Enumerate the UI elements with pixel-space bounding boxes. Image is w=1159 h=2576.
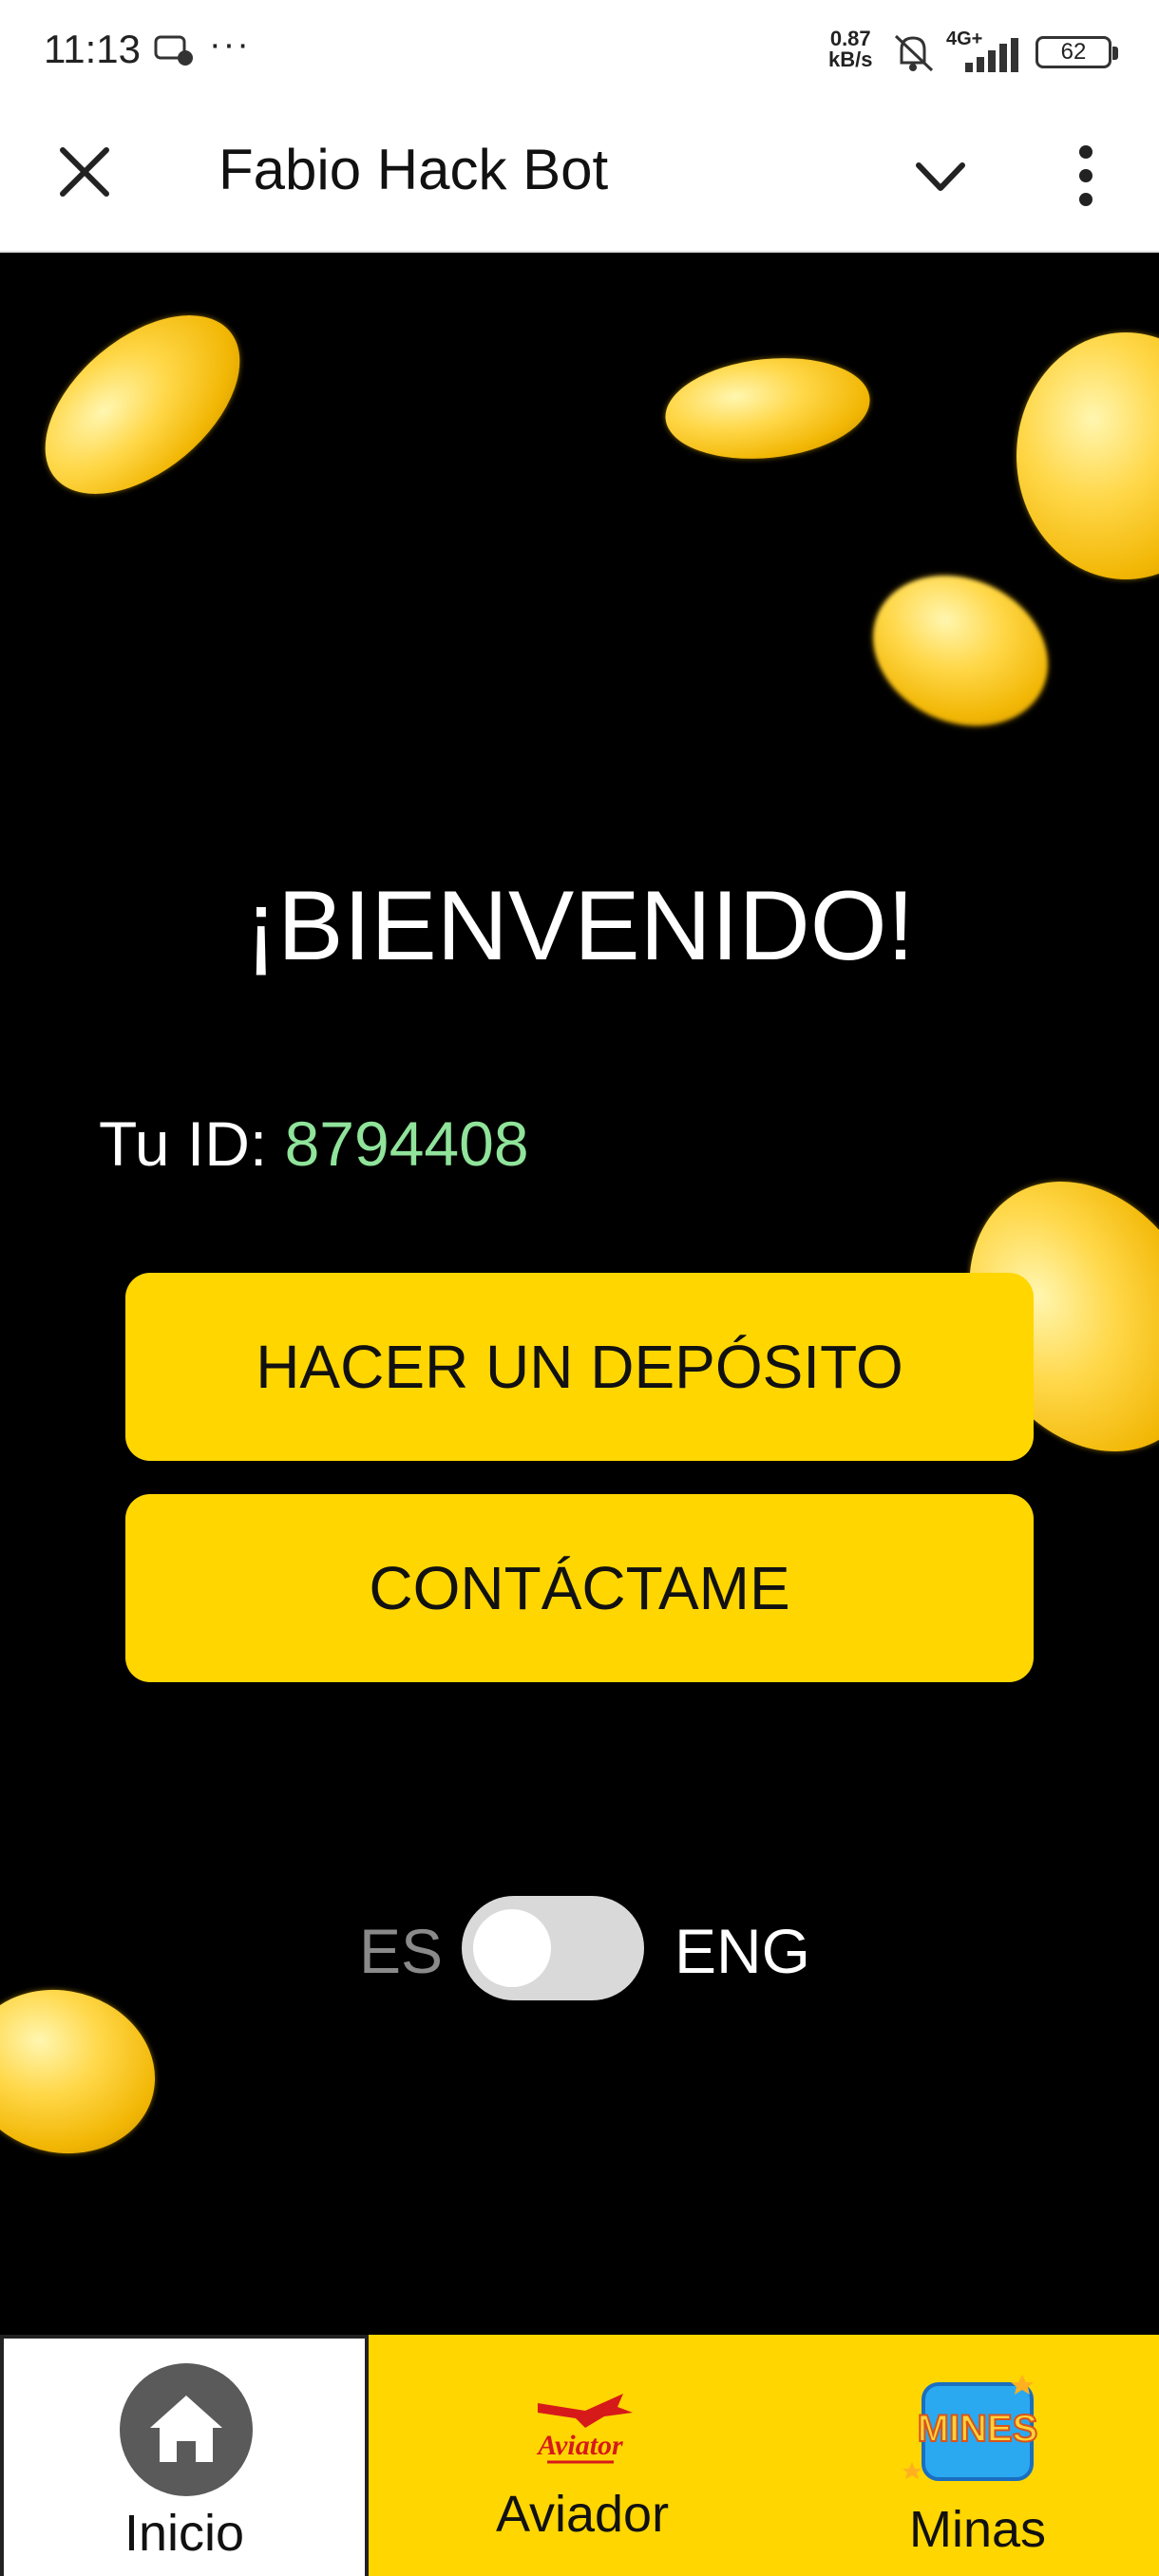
nav-item-aviator[interactable]: Aviator Aviador <box>369 2335 796 2576</box>
aviator-logo: Aviator <box>536 2394 633 2464</box>
coin-decoration <box>848 547 1073 754</box>
language-switch: ES ENG <box>0 1896 1159 2000</box>
close-icon[interactable] <box>51 139 118 205</box>
bottom-nav: Inicio Aviator Aviador MINES Minas <box>0 2335 1159 2576</box>
battery-icon: 62 <box>1036 36 1118 68</box>
nav-item-home[interactable]: Inicio <box>0 2335 369 2576</box>
user-id-label: Tu ID: <box>99 1108 285 1179</box>
user-id-value: 8794408 <box>284 1108 529 1179</box>
coin-decoration <box>660 348 875 469</box>
welcome-heading: ¡BIENVENIDO! <box>244 871 915 981</box>
contact-button[interactable]: CONTÁCTAME <box>125 1494 1034 1682</box>
deposit-button[interactable]: HACER UN DEPÓSITO <box>125 1273 1034 1461</box>
network-speed: 0.87 kB/s <box>828 27 873 71</box>
toggle-knob <box>473 1909 551 1987</box>
language-eng-label: ENG <box>674 1916 811 1986</box>
coin-decoration <box>12 280 273 529</box>
more-notifications-icon: ··· <box>209 25 251 65</box>
main-content: ¡BIENVENIDO! Tu ID: 8794408 HACER UN DEP… <box>0 253 1159 2335</box>
home-icon <box>120 2363 253 2496</box>
svg-text:Aviator: Aviator <box>536 2430 623 2461</box>
nav-item-mines[interactable]: MINES Minas <box>796 2335 1159 2576</box>
language-es-label: ES <box>359 1916 444 1986</box>
signal-icon: 4G+ <box>946 28 1022 72</box>
svg-text:MINES: MINES <box>918 2408 1038 2450</box>
language-toggle[interactable] <box>462 1896 644 2000</box>
mute-bell-icon <box>894 34 934 72</box>
status-time: 11:13 <box>44 27 141 71</box>
chevron-down-icon[interactable] <box>907 142 974 209</box>
more-vert-icon[interactable] <box>1062 141 1110 211</box>
nav-label-home: Inicio <box>124 2505 245 2562</box>
nav-label-mines: Minas <box>908 2501 1047 2558</box>
page-title: Fabio Hack Bot <box>218 138 609 201</box>
app-bar: Fabio Hack Bot <box>0 104 1159 253</box>
status-bar: 11:13 ··· 0.87 kB/s 4G+ 62 <box>0 0 1159 104</box>
mines-logo: MINES <box>902 2375 1038 2481</box>
user-id-row: Tu ID: 8794408 <box>99 1108 529 1180</box>
nav-label-aviator: Aviador <box>495 2486 670 2543</box>
message-notification-icon <box>154 35 193 66</box>
coin-decoration <box>1016 332 1159 579</box>
